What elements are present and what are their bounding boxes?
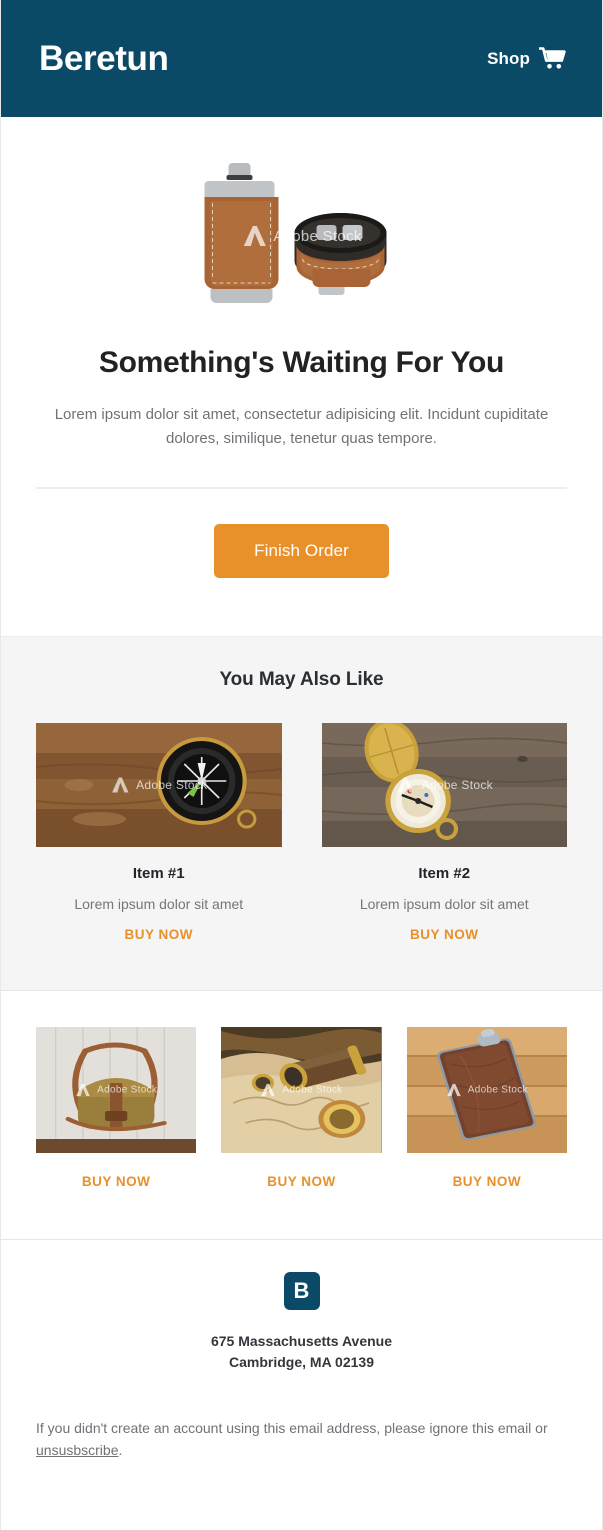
hero-body-text: Lorem ipsum dolor sit amet, consectetur … [54, 406, 549, 448]
hero-product-image: Adobe Stock [36, 141, 567, 331]
product-image[interactable]: Adobe Stock [321, 722, 567, 847]
shop-nav-link[interactable]: Shop [487, 47, 566, 70]
gallery-card: Adobe Stock BUY NOW [36, 1026, 197, 1191]
unsubscribe-link[interactable]: unsusbscribe [36, 1442, 119, 1458]
product-card: Adobe Stock Item #2 Lorem ipsum dolor si… [321, 722, 567, 944]
suggestions-section: You May Also Like Adobe Stock Item #1 Lo… [1, 636, 602, 991]
buy-now-link[interactable]: BUY NOW [124, 927, 193, 942]
shopping-cart-icon [539, 47, 566, 70]
gallery-card: Adobe Stock BUY NOW [406, 1026, 567, 1191]
suggestions-title: You May Also Like [219, 668, 384, 690]
footer-address: 675 Massachusetts Avenue Cambridge, MA 0… [36, 1331, 567, 1373]
brand-logo[interactable]: Beretun [39, 41, 169, 76]
gallery-image[interactable]: Adobe Stock [221, 1026, 382, 1153]
address-line-2: Cambridge, MA 02139 [229, 1353, 374, 1370]
buy-now-link[interactable]: BUY NOW [82, 1174, 151, 1189]
product-description: Lorem ipsum dolor sit amet [359, 895, 529, 912]
product-image[interactable]: Adobe Stock [36, 722, 282, 847]
buy-now-link[interactable]: BUY NOW [267, 1174, 336, 1189]
gallery-card: Adobe Stock BUY NOW [221, 1026, 382, 1191]
buy-now-link[interactable]: BUY NOW [410, 927, 479, 942]
site-footer: B 675 Massachusetts Avenue Cambridge, MA… [1, 1239, 602, 1502]
address-line-1: 675 Massachusetts Avenue [210, 1332, 393, 1349]
finish-order-button[interactable]: Finish Order [214, 523, 389, 578]
hero-title: Something's Waiting For You [98, 346, 505, 379]
disclaimer-suffix: . [118, 1441, 123, 1458]
product-name: Item #2 [418, 864, 471, 882]
gallery-image[interactable]: Adobe Stock [406, 1026, 567, 1153]
email-container: Beretun Shop Adobe Stock Something's Wai… [0, 0, 603, 1530]
gallery-grid: Adobe Stock BUY NOW Adobe Stock BUY NOW … [36, 1026, 567, 1191]
hero-divider [36, 486, 567, 489]
gallery-image[interactable]: Adobe Stock [36, 1026, 197, 1153]
product-card: Adobe Stock Item #1 Lorem ipsum dolor si… [36, 722, 282, 944]
footer-logo-badge: B [283, 1271, 320, 1310]
shop-label: Shop [487, 48, 530, 68]
hero-section: Adobe Stock Something's Waiting For You … [1, 117, 602, 637]
site-header: Beretun Shop [1, 0, 602, 117]
product-description: Lorem ipsum dolor sit amet [74, 895, 244, 912]
footer-disclaimer: If you didn't create an account using th… [36, 1417, 567, 1462]
disclaimer-prefix: If you didn't create an account using th… [36, 1419, 548, 1436]
buy-now-link[interactable]: BUY NOW [453, 1174, 522, 1189]
suggestions-grid: Adobe Stock Item #1 Lorem ipsum dolor si… [36, 722, 567, 944]
gallery-section: Adobe Stock BUY NOW Adobe Stock BUY NOW … [1, 990, 602, 1240]
product-name: Item #1 [132, 864, 185, 882]
